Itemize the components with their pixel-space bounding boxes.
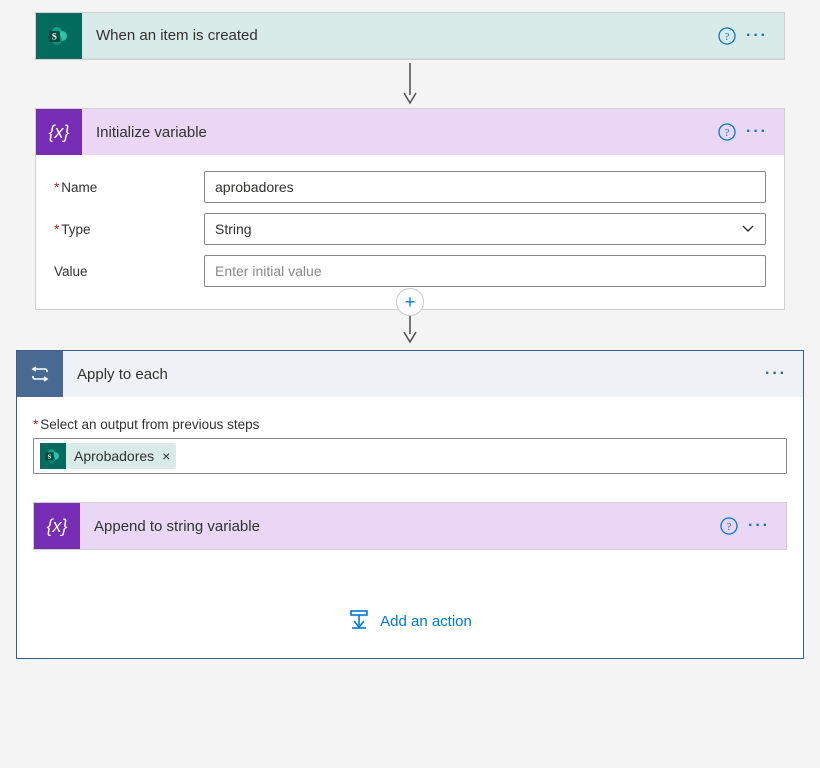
init-variable-card: {x} Initialize variable ? ··· *Name *Typ… <box>35 108 785 310</box>
append-variable-header[interactable]: {x} Append to string variable ? ··· <box>34 503 786 549</box>
token-label: Aprobadores <box>74 448 154 464</box>
sharepoint-icon: S <box>40 443 66 469</box>
add-action-label: Add an action <box>380 613 472 630</box>
chevron-down-icon <box>741 222 755 236</box>
connector-arrow <box>35 312 785 346</box>
init-variable-header[interactable]: {x} Initialize variable ? ··· <box>36 109 784 155</box>
append-variable-card: {x} Append to string variable ? ··· <box>33 502 787 550</box>
more-icon[interactable]: ··· <box>742 117 772 147</box>
type-label: *Type <box>54 222 204 237</box>
value-label: Value <box>54 264 204 279</box>
insert-step-button[interactable]: + <box>396 288 424 316</box>
svg-text:?: ? <box>725 127 730 139</box>
sharepoint-icon: S <box>36 13 82 59</box>
apply-to-each-title: Apply to each <box>63 366 761 383</box>
select-output-input[interactable]: S Aprobadores × <box>33 438 787 474</box>
help-icon[interactable]: ? <box>712 117 742 147</box>
trigger-card: S When an item is created ? ··· <box>35 12 785 60</box>
more-icon[interactable]: ··· <box>744 511 774 541</box>
help-icon[interactable]: ? <box>712 21 742 51</box>
append-variable-title: Append to string variable <box>80 518 714 535</box>
add-action-button[interactable]: Add an action <box>33 608 787 634</box>
svg-text:?: ? <box>725 31 730 43</box>
name-input[interactable] <box>204 171 766 203</box>
loop-icon <box>17 351 63 397</box>
help-icon[interactable]: ? <box>714 511 744 541</box>
variable-icon: {x} <box>34 503 80 549</box>
variable-icon: {x} <box>36 109 82 155</box>
apply-to-each-header[interactable]: Apply to each ··· <box>17 351 803 397</box>
select-output-label: *Select an output from previous steps <box>33 417 787 432</box>
init-variable-body: *Name *Type String Value <box>36 155 784 309</box>
more-icon[interactable]: ··· <box>761 359 791 389</box>
init-variable-title: Initialize variable <box>82 124 712 141</box>
apply-to-each-body: *Select an output from previous steps S … <box>17 397 803 658</box>
trigger-header[interactable]: S When an item is created ? ··· <box>36 13 784 59</box>
svg-text:S: S <box>48 454 52 461</box>
connector-arrow <box>35 60 785 108</box>
svg-text:?: ? <box>727 521 732 533</box>
insert-step-area: + <box>35 292 785 312</box>
token-remove-icon[interactable]: × <box>162 448 170 464</box>
type-select[interactable]: String <box>204 213 766 245</box>
trigger-title: When an item is created <box>82 27 712 44</box>
name-label: *Name <box>54 180 204 195</box>
dynamic-content-token[interactable]: S Aprobadores × <box>40 443 176 469</box>
type-select-value: String <box>215 221 252 237</box>
apply-to-each-card: Apply to each ··· *Select an output from… <box>16 350 804 659</box>
more-icon[interactable]: ··· <box>742 21 772 51</box>
value-input[interactable] <box>204 255 766 287</box>
add-action-icon <box>348 608 370 634</box>
svg-text:S: S <box>52 31 57 41</box>
